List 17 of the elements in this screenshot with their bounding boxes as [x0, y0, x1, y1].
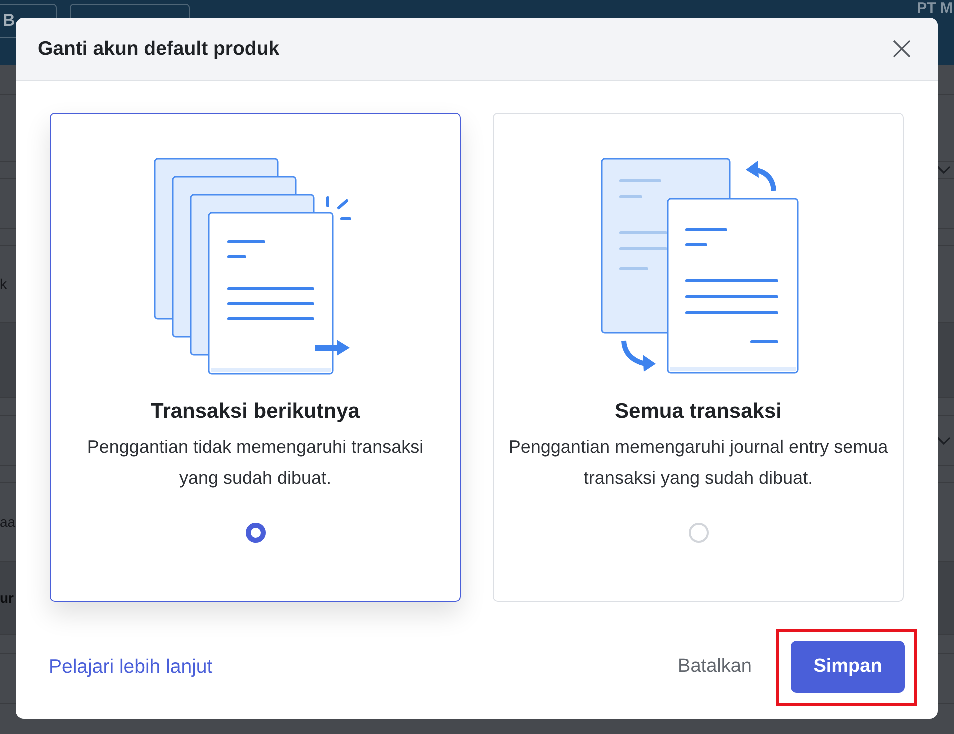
company-name: PT M	[917, 0, 953, 17]
cancel-button[interactable]: Batalkan	[658, 656, 772, 678]
option-description: Penggantian tidak memengaruhi transaksi yang sudah dibuat.	[86, 436, 425, 490]
learn-more-link[interactable]: Pelajari lebih lanjut	[49, 656, 213, 678]
option-card[interactable]: Transaksi berikutnya Penggantian tidak memengaruhi transaksi yang sudah dibuat.	[50, 113, 461, 602]
option-description: Penggantian memengaruhi journal entry semua transaksi yang sudah dibuat.	[508, 436, 888, 490]
save-button[interactable]: Simpan	[791, 641, 905, 693]
radio-button[interactable]	[246, 523, 266, 543]
close-button[interactable]	[893, 40, 911, 58]
chevron-down-icon	[936, 436, 952, 446]
dialog-title: Ganti akun default produk	[38, 38, 280, 60]
row-label: ur	[0, 590, 14, 606]
option-card[interactable]: Semua transaksi Penggantian memengaruhi journal entry semua transaksi yang sudah dibuat.	[493, 113, 904, 602]
close-icon	[893, 40, 911, 58]
chevron-down-icon	[936, 165, 952, 175]
option-title: Transaksi berikutnya	[151, 400, 360, 424]
option-title: Semua transaksi	[615, 400, 782, 424]
